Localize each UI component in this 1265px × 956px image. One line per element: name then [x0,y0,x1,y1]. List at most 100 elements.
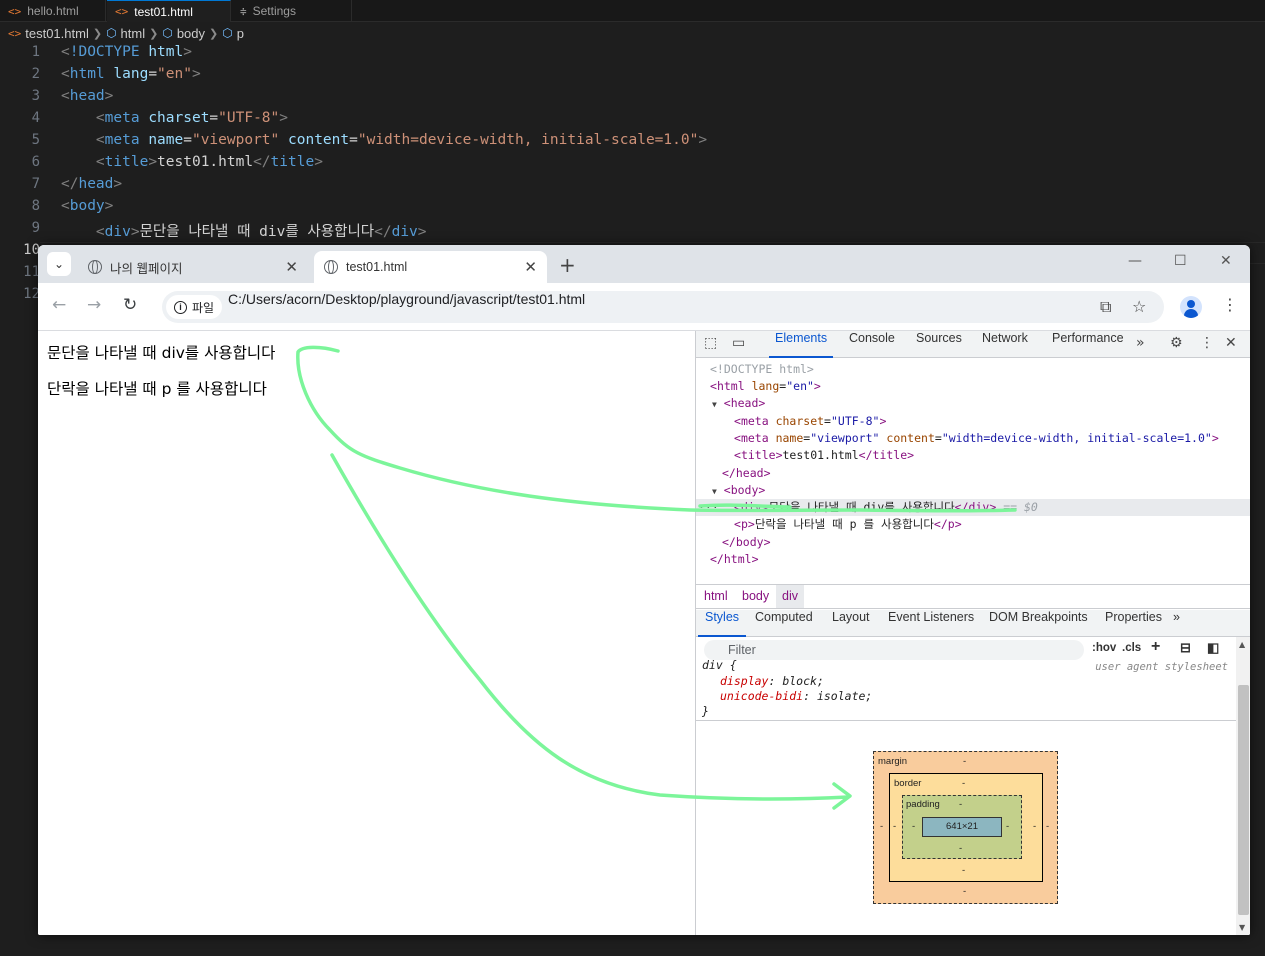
more-tabs-icon[interactable]: » [1136,335,1145,351]
scroll-down-icon[interactable]: ▼ [1239,923,1245,932]
bookmark-star-icon[interactable]: ☆ [1132,297,1146,316]
profile-avatar-icon[interactable] [1180,296,1202,318]
breadcrumb-p[interactable]: p [237,26,244,41]
box-model-border[interactable]: border - - - - padding - - - - 641×21 [889,773,1043,882]
box-model-padding[interactable]: padding - - - - 641×21 [902,795,1022,859]
rule-selector[interactable]: div { [702,658,737,672]
code-line: <body> [61,198,114,214]
globe-icon [324,260,338,274]
code-line: <title>test01.html</title> [95,154,323,170]
breadcrumb-body[interactable]: body [177,26,205,41]
subtab-dom-breakpoints[interactable]: DOM Breakpoints [989,610,1088,637]
toggle-sidebar-icon[interactable]: ◧ [1207,640,1219,656]
devtools-tab-elements[interactable]: Elements [769,331,834,358]
close-tab-icon[interactable]: ✕ [524,258,537,276]
padding-top-value[interactable]: - [959,799,962,810]
margin-right-value[interactable]: - [1046,821,1049,832]
scroll-up-icon[interactable]: ▲ [1239,640,1245,649]
dom-node-title[interactable]: <title>test01.html</title> [696,447,1250,464]
close-window-icon[interactable]: ✕ [1220,253,1232,269]
subtab-styles[interactable]: Styles [698,610,747,637]
more-subtabs-icon[interactable]: » [1173,610,1180,637]
minimize-icon[interactable]: — [1128,253,1142,269]
dom-node-html-close[interactable]: </html> [696,551,1250,568]
element-state-icon[interactable]: ⊟ [1180,640,1191,656]
scrollbar-thumb[interactable] [1238,685,1249,915]
margin-label: margin [878,756,908,767]
code-line: <meta charset="UTF-8"> [95,110,288,126]
dom-node-head-close[interactable]: </head> [696,465,1250,482]
dom-node-meta-charset[interactable]: <meta charset="UTF-8"> [696,413,1250,430]
device-toolbar-icon[interactable]: ▭ [732,335,745,351]
new-style-rule-icon[interactable]: + [1151,638,1160,656]
box-model-content-size[interactable]: 641×21 [922,817,1002,837]
devtools-panel: ⬚ ▭ Elements Console Sources Network Per… [695,331,1250,935]
devtools-tab-console[interactable]: Console [849,331,895,358]
dom-doctype[interactable]: <!DOCTYPE html> [696,361,1250,378]
dom-crumb-body[interactable]: body [736,585,775,608]
devtools-menu-icon[interactable]: ⋮ [1200,335,1214,351]
dom-node-meta-viewport[interactable]: <meta name="viewport" content="width=dev… [696,430,1250,447]
subtab-event-listeners[interactable]: Event Listeners [888,610,974,637]
box-model-margin[interactable]: margin - - - - border - - - - padding - … [873,751,1058,904]
dom-node-body[interactable]: ▼ <body> [696,482,1250,499]
dom-crumb-div[interactable]: div [776,585,804,608]
browser-tab-test01[interactable]: test01.html ✕ [314,251,547,283]
devtools-tab-sources[interactable]: Sources [916,331,962,358]
dom-crumb-html[interactable]: html [698,585,734,608]
hov-button[interactable]: :hov [1092,642,1116,654]
site-info-label: 파일 [192,300,215,315]
more-menu-icon[interactable]: ⋮ [1222,295,1238,314]
forward-icon[interactable]: → [87,295,101,315]
reload-icon[interactable]: ↻ [123,295,137,315]
rule-close: } [702,704,709,718]
back-icon[interactable]: ← [52,295,66,315]
devtools-tab-network[interactable]: Network [982,331,1028,358]
border-bottom-value[interactable]: - [962,865,965,876]
margin-left-value[interactable]: - [880,821,883,832]
editor-tab-hello[interactable]: <> hello.html [0,0,106,22]
padding-label: padding [906,799,940,810]
url-text[interactable]: C:/Users/acorn/Desktop/playground/javasc… [228,291,585,307]
dom-node-html[interactable]: <html lang="en"> [696,378,1250,395]
style-declaration[interactable]: display: block; [720,674,824,688]
padding-right-value[interactable]: - [1006,821,1009,832]
border-top-value[interactable]: - [962,778,965,789]
dom-node-head[interactable]: ▼ <head> [696,395,1250,412]
breadcrumb-html[interactable]: html [121,26,146,41]
editor-tab-test01[interactable]: <> test01.html [107,0,231,22]
margin-top-value[interactable]: - [963,756,966,767]
margin-bottom-value[interactable]: - [963,886,966,897]
subtab-properties[interactable]: Properties [1105,610,1162,637]
subtab-layout[interactable]: Layout [832,610,870,637]
editor-tab-settings[interactable]: ≑ Settings [232,0,352,22]
settings-gear-icon[interactable]: ⚙ [1170,335,1183,351]
dom-node-div-selected[interactable]: ··· <div>문단을 나타낼 때 div를 사용합니다</div> == $0 [696,499,1250,516]
cls-button[interactable]: .cls [1122,642,1141,654]
inspect-element-icon[interactable]: ⬚ [704,335,717,351]
breadcrumb-file[interactable]: test01.html [25,26,89,41]
styles-filter-input[interactable] [704,640,1084,660]
styles-scrollbar[interactable]: ▲ ▼ [1236,637,1250,935]
dom-breadcrumbs: html body div [696,584,1250,609]
close-devtools-icon[interactable]: ✕ [1225,335,1237,351]
dom-node-body-close[interactable]: </body> [696,534,1250,551]
maximize-icon[interactable]: ☐ [1174,253,1187,269]
new-tab-icon[interactable]: + [559,253,576,277]
devtools-tab-performance[interactable]: Performance [1052,331,1124,358]
close-tab-icon[interactable]: ✕ [285,258,298,276]
style-declaration[interactable]: unicode-bidi: isolate; [720,689,872,703]
code-editor[interactable]: <!DOCTYPE html> <html lang="en"> <head> … [61,44,1265,242]
dom-node-p[interactable]: <p>단락을 나타낼 때 p 를 사용합니다</p> [696,516,1250,533]
border-right-value[interactable]: - [1033,821,1036,832]
tab-search-button[interactable]: ⌄ [47,252,71,276]
dom-tree[interactable]: <!DOCTYPE html> <html lang="en"> ▼ <head… [696,359,1250,583]
translate-icon[interactable]: ⧉ [1100,297,1111,317]
padding-bottom-value[interactable]: - [959,843,962,854]
padding-left-value[interactable]: - [912,821,915,832]
browser-tab-my-webpage[interactable]: 나의 웹페이지 ✕ [78,251,308,283]
site-info-chip[interactable]: i 파일 [166,295,223,319]
subtab-computed[interactable]: Computed [755,610,813,637]
address-bar[interactable]: i 파일 C:/Users/acorn/Desktop/playground/j… [162,291,1164,323]
border-left-value[interactable]: - [893,821,896,832]
